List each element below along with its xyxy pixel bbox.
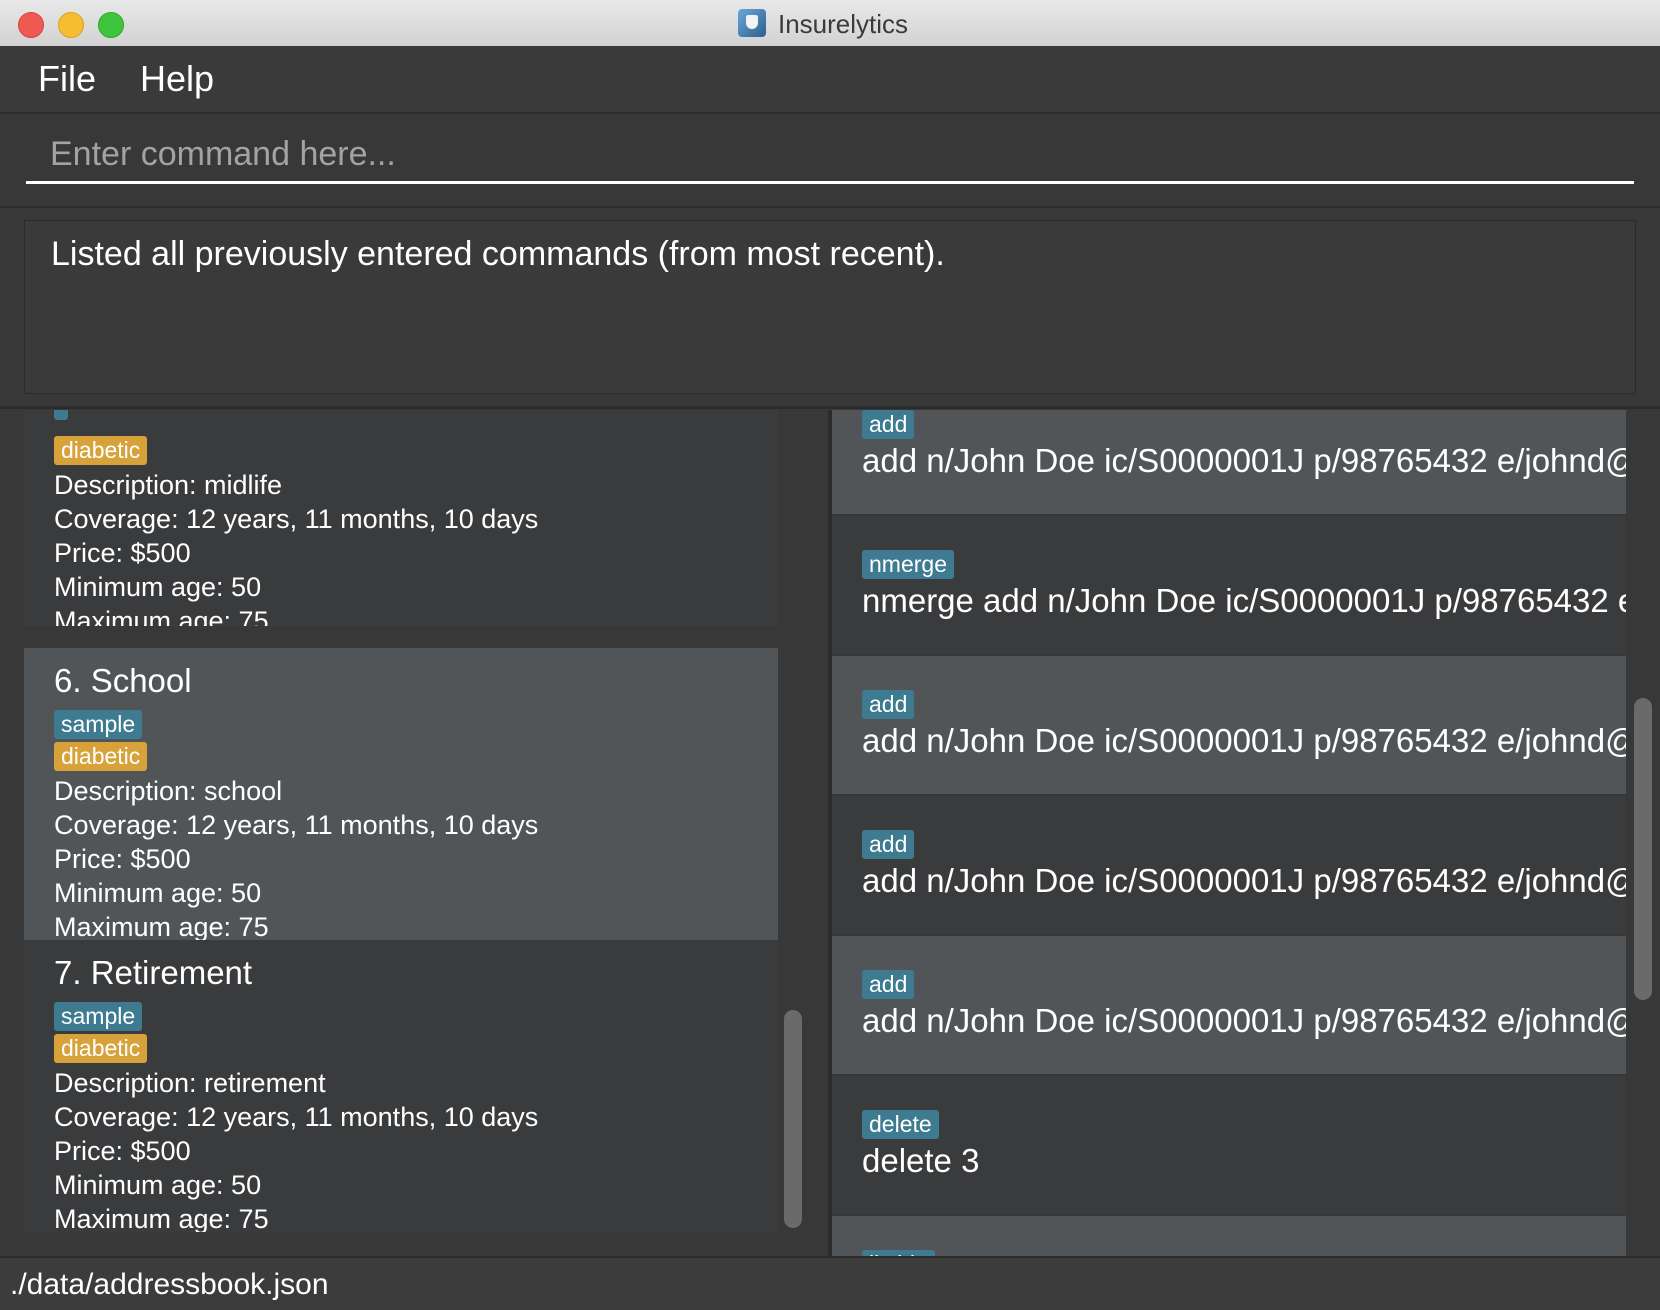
- policy-description: Description: school: [54, 776, 283, 806]
- policy-list-panel: diabetic Description: midlife Coverage: …: [0, 410, 826, 1256]
- command-tag: add: [862, 830, 915, 859]
- app-logo-icon: [738, 9, 766, 37]
- title-bar: Insurelytics: [0, 0, 1660, 47]
- menu-help[interactable]: Help: [140, 58, 214, 100]
- command-tag: delete: [862, 1110, 939, 1139]
- history-command: nmerge add n/John Doe ic/S0000001J p/987…: [862, 582, 1626, 619]
- policy-card[interactable]: 7. Retirement sample diabetic Descriptio…: [24, 940, 778, 1232]
- history-list-scrollbar[interactable]: [1634, 698, 1652, 1000]
- status-bar: ./data/addressbook.json: [0, 1256, 1660, 1310]
- data-file-path: ./data/addressbook.json: [10, 1268, 329, 1301]
- history-command: add n/John Doe ic/S0000001J p/98765432 e…: [862, 862, 1626, 899]
- horizontal-divider: [0, 406, 1660, 409]
- history-item[interactable]: add add n/John Doe ic/S0000001J p/987654…: [832, 936, 1626, 1074]
- close-window-button[interactable]: [18, 12, 44, 38]
- history-item[interactable]: add add n/John Doe ic/S0000001J p/987654…: [832, 410, 1626, 514]
- policy-price: Price: $500: [54, 1136, 191, 1166]
- command-input[interactable]: [26, 128, 1634, 184]
- history-item[interactable]: delete delete 3: [832, 1076, 1626, 1214]
- policy-list-scrollbar[interactable]: [784, 1010, 802, 1228]
- history-item[interactable]: add add n/John Doe ic/S0000001J p/987654…: [832, 656, 1626, 794]
- history-command: add n/John Doe ic/S0000001J p/98765432 e…: [862, 442, 1626, 479]
- menu-file[interactable]: File: [38, 58, 96, 100]
- result-message: Listed all previously entered commands (…: [51, 235, 945, 273]
- policy-max-age: Maximum age: 75: [54, 606, 269, 626]
- command-tag: add: [862, 970, 915, 999]
- history-list-panel: add add n/John Doe ic/S0000001J p/987654…: [832, 410, 1660, 1256]
- policy-min-age: Minimum age: 50: [54, 572, 262, 602]
- policy-coverage: Coverage: 12 years, 11 months, 10 days: [54, 810, 539, 840]
- policy-min-age: Minimum age: 50: [54, 878, 262, 908]
- policy-card-selected[interactable]: 6. School sample diabetic Description: s…: [24, 648, 778, 940]
- tag-sample: sample: [54, 1002, 143, 1031]
- history-command: delete 3: [862, 1142, 980, 1179]
- result-display: Listed all previously entered commands (…: [24, 220, 1636, 394]
- policy-min-age: Minimum age: 50: [54, 1170, 262, 1200]
- policy-max-age: Maximum age: 75: [54, 912, 269, 940]
- history-item[interactable]: add add n/John Doe ic/S0000001J p/987654…: [832, 796, 1626, 934]
- history-item[interactable]: listbin listbin: [832, 1216, 1626, 1256]
- history-item[interactable]: nmerge nmerge add n/John Doe ic/S0000001…: [832, 516, 1626, 654]
- tag-diabetic: diabetic: [54, 742, 148, 771]
- policy-title: 7. Retirement: [54, 954, 253, 991]
- maximize-window-button[interactable]: [98, 12, 124, 38]
- command-box: [0, 114, 1660, 208]
- minimize-window-button[interactable]: [58, 12, 84, 38]
- tag-sample: sample: [54, 710, 143, 739]
- menu-bar: File Help: [0, 46, 1660, 114]
- tag-sample-clipped: [54, 410, 68, 420]
- history-command: add n/John Doe ic/S0000001J p/98765432 e…: [862, 722, 1626, 759]
- app-window: Insurelytics File Help Listed all previo…: [0, 0, 1660, 1310]
- policy-card[interactable]: diabetic Description: midlife Coverage: …: [24, 410, 778, 626]
- command-tag: nmerge: [862, 550, 954, 579]
- command-tag: add: [862, 690, 915, 719]
- command-tag: add: [862, 410, 915, 439]
- policy-price: Price: $500: [54, 844, 191, 874]
- policy-description: Description: midlife: [54, 470, 283, 500]
- tag-diabetic: diabetic: [54, 1034, 148, 1063]
- tag-diabetic: diabetic: [54, 436, 148, 465]
- policy-title: 6. School: [54, 662, 192, 699]
- policy-coverage: Coverage: 12 years, 11 months, 10 days: [54, 504, 539, 534]
- window-title: Insurelytics: [778, 9, 909, 39]
- policy-max-age: Maximum age: 75: [54, 1204, 269, 1232]
- history-command: add n/John Doe ic/S0000001J p/98765432 e…: [862, 1002, 1626, 1039]
- policy-coverage: Coverage: 12 years, 11 months, 10 days: [54, 1102, 539, 1132]
- policy-description: Description: retirement: [54, 1068, 326, 1098]
- policy-price: Price: $500: [54, 538, 191, 568]
